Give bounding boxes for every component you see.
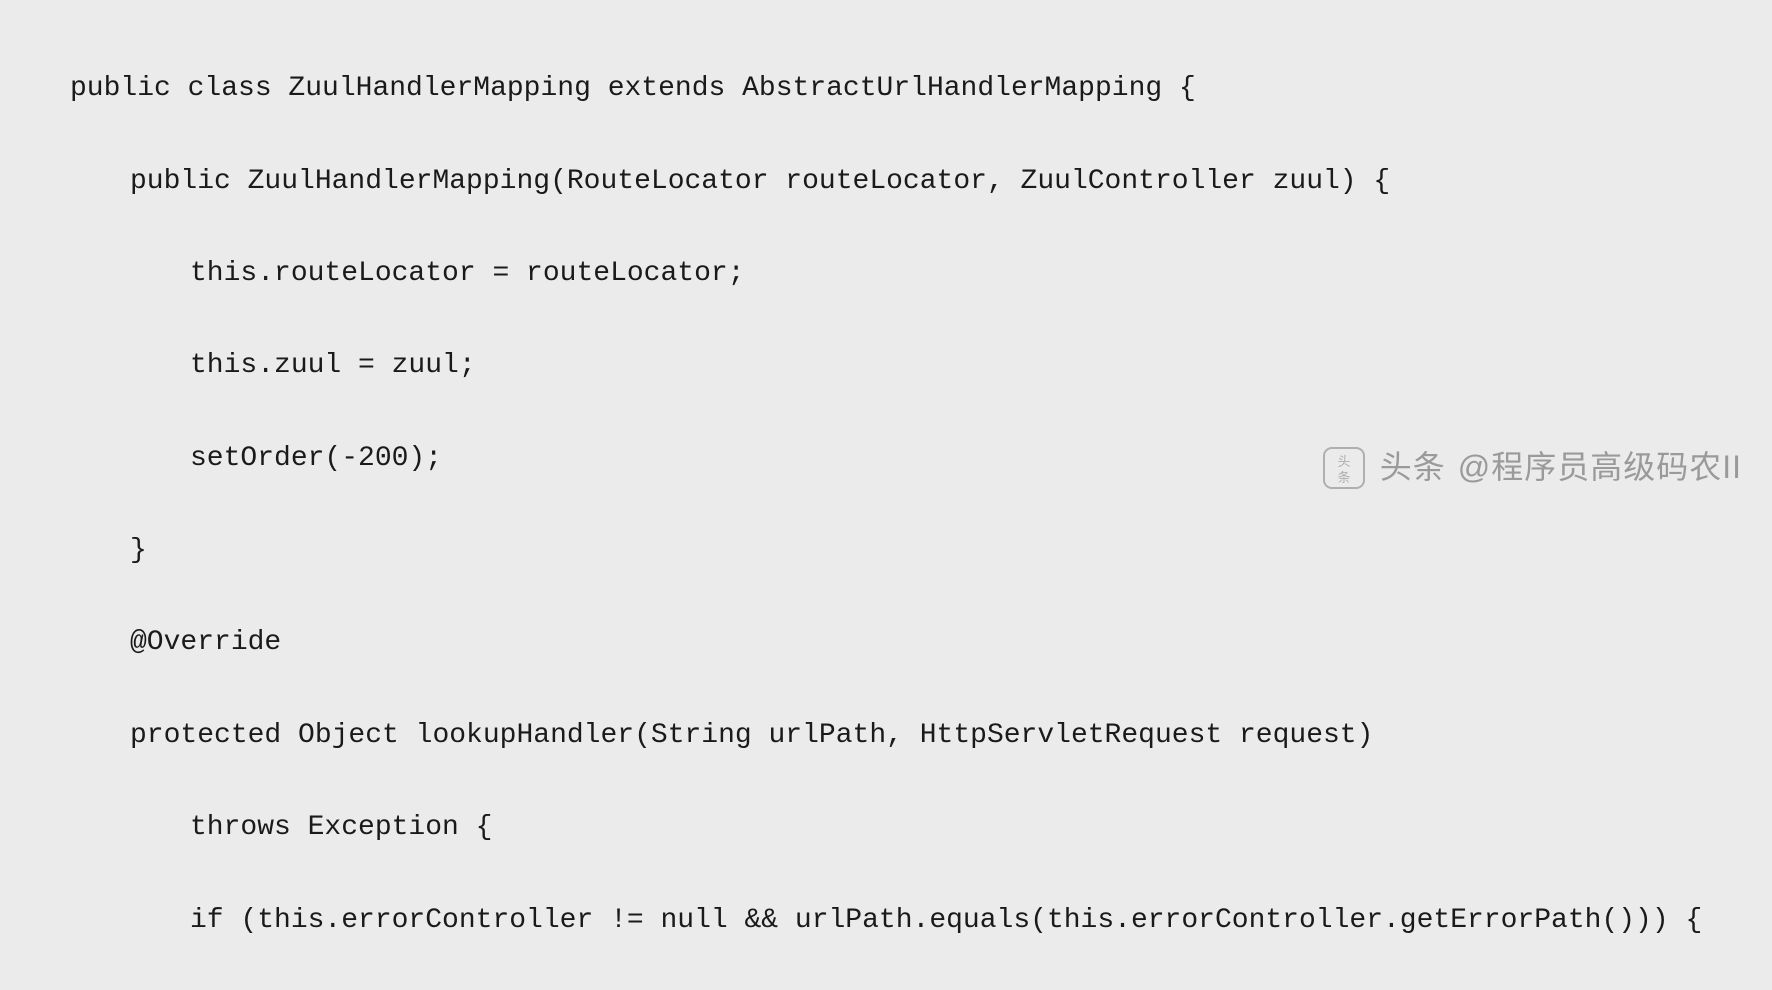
svg-text:头: 头 xyxy=(1337,454,1350,469)
code-line: public ZuulHandlerMapping(RouteLocator r… xyxy=(70,159,1772,205)
code-line: if (this.errorController != null && urlP… xyxy=(70,898,1772,944)
code-line: throws Exception { xyxy=(70,805,1772,851)
code-block: public class ZuulHandlerMapping extends … xyxy=(0,20,1772,990)
toutiao-logo-icon: 头 条 xyxy=(1320,444,1368,492)
watermark: 头 条 头条 @程序员高级码农II xyxy=(1320,441,1742,494)
svg-text:条: 条 xyxy=(1337,470,1350,485)
code-line: this.routeLocator = routeLocator; xyxy=(70,251,1772,297)
code-line: @Override xyxy=(70,620,1772,666)
watermark-author: @程序员高级码农II xyxy=(1458,441,1742,494)
code-line: protected Object lookupHandler(String ur… xyxy=(70,713,1772,759)
code-line: } xyxy=(70,528,1772,574)
watermark-prefix: 头条 xyxy=(1380,441,1446,494)
code-line: this.zuul = zuul; xyxy=(70,343,1772,389)
code-line: public class ZuulHandlerMapping extends … xyxy=(70,66,1772,112)
